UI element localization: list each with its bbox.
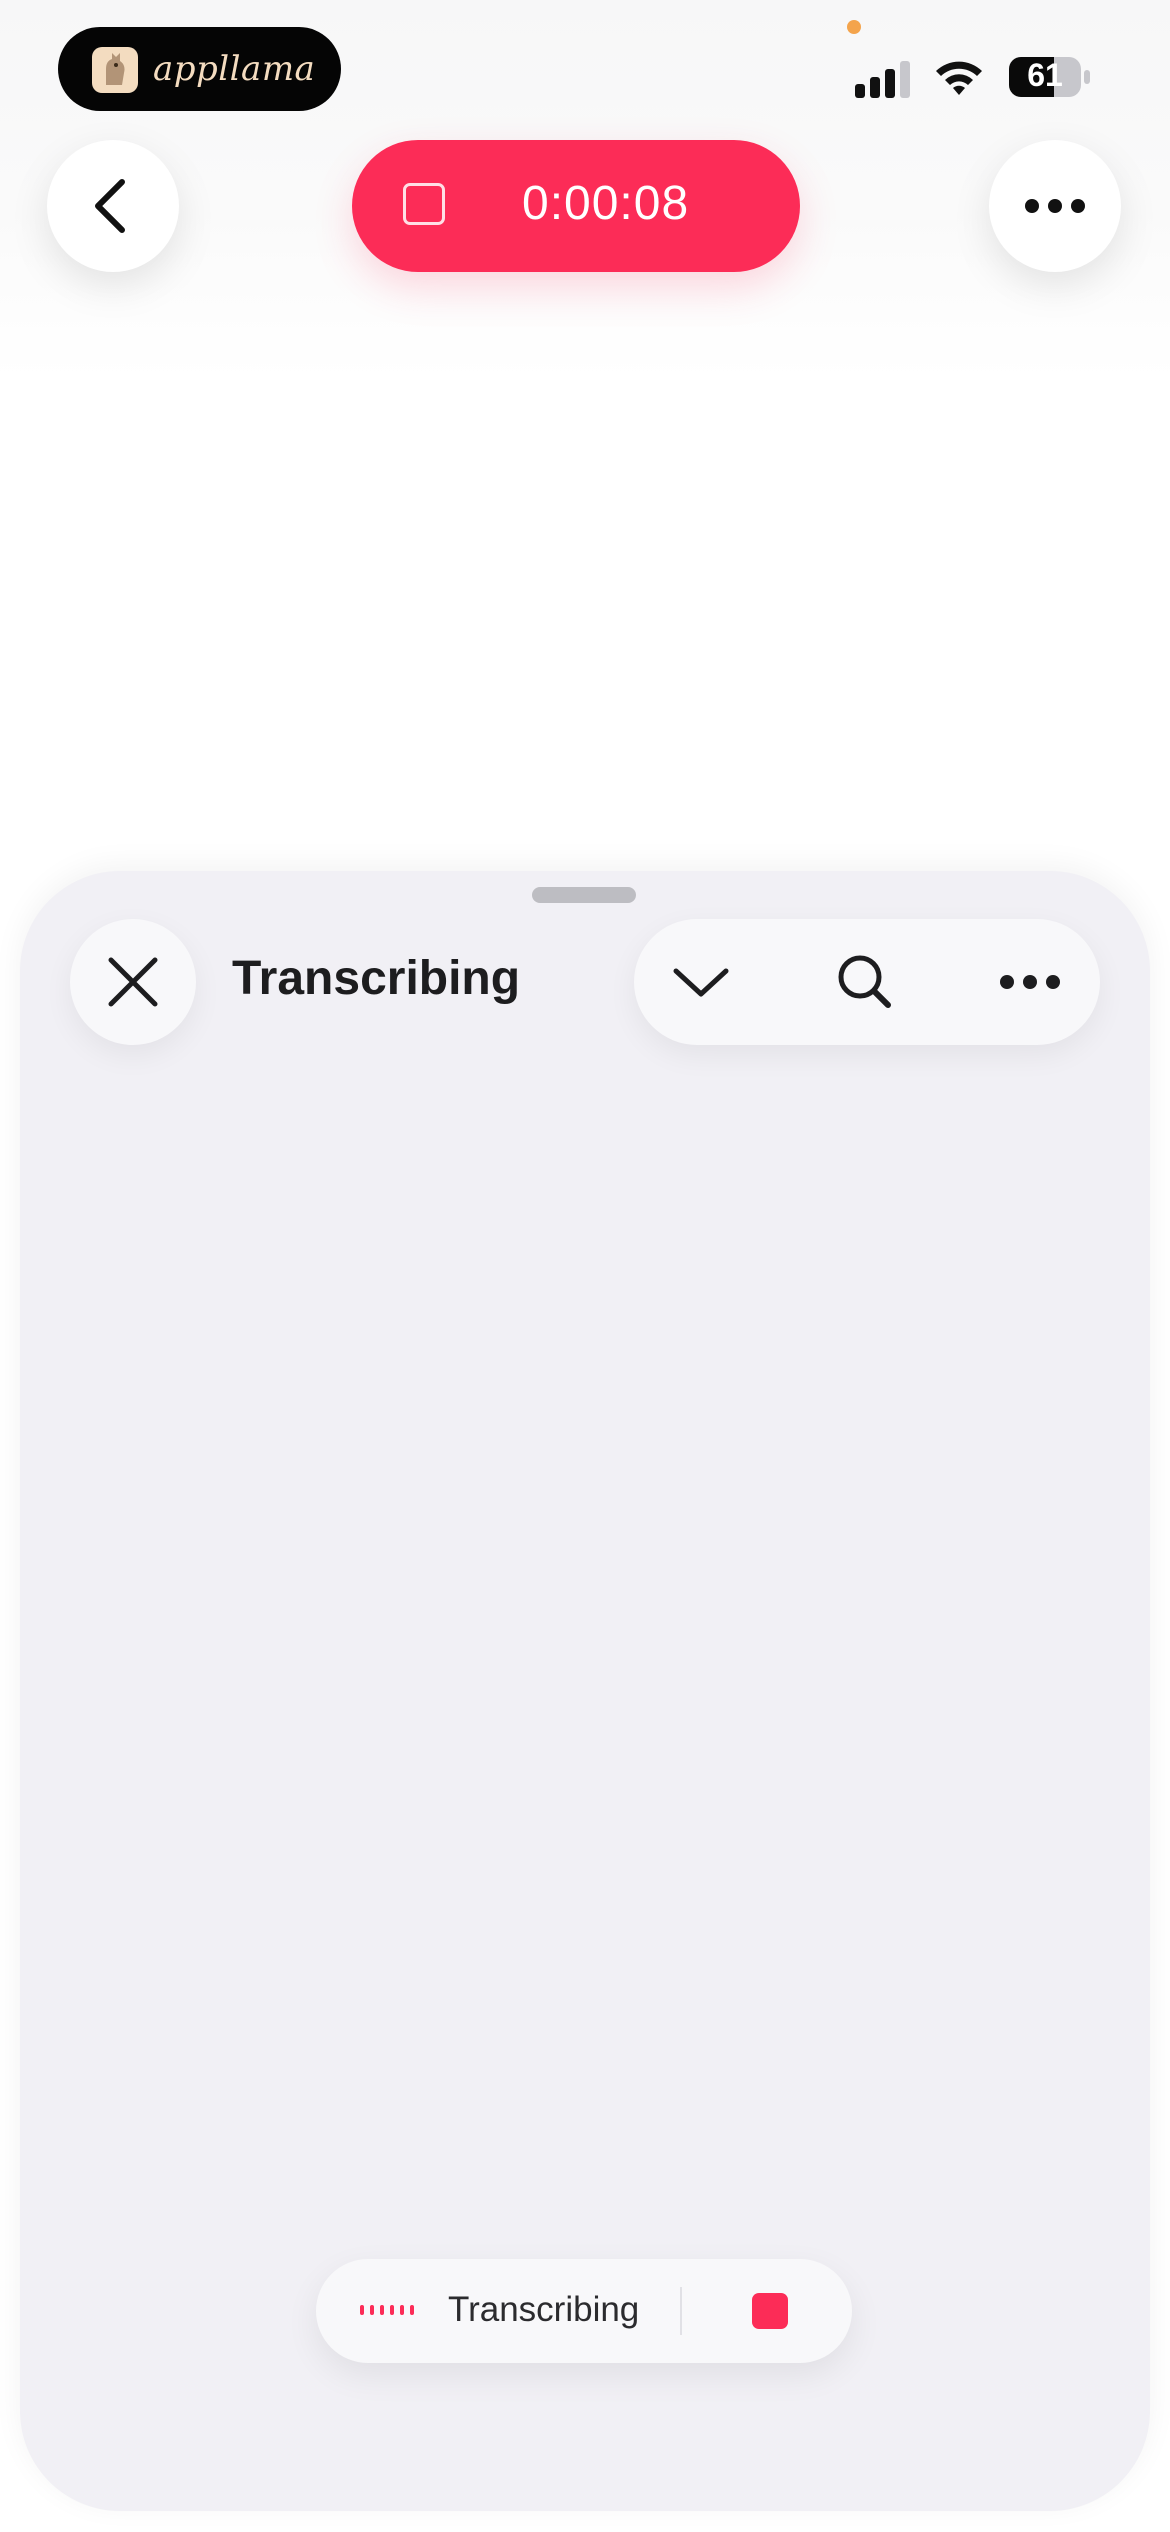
- stop-recording-icon: [403, 183, 445, 225]
- waveform-icon: [360, 2305, 414, 2315]
- transcription-status-pill[interactable]: Transcribing: [316, 2259, 852, 2363]
- sheet-grabber[interactable]: [532, 887, 636, 903]
- app-name: appllama: [153, 49, 316, 89]
- chevron-left-icon: [95, 179, 125, 233]
- privacy-indicator-dot: [847, 20, 861, 34]
- battery-level: 61: [1027, 57, 1063, 93]
- sheet-toolbar: [634, 919, 1100, 1045]
- app-label-pill[interactable]: appllama: [58, 27, 341, 111]
- ellipsis-icon: [1025, 199, 1085, 213]
- sheet-more-button[interactable]: [974, 919, 1084, 1045]
- pill-divider: [680, 2287, 682, 2335]
- stop-transcription-icon[interactable]: [752, 2293, 788, 2329]
- status-label: Transcribing: [448, 2290, 640, 2329]
- more-options-button[interactable]: [989, 140, 1121, 272]
- llama-logo-icon: [92, 47, 138, 93]
- collapse-button[interactable]: [646, 919, 756, 1045]
- chevron-down-icon: [673, 968, 729, 997]
- wifi-icon: [936, 61, 982, 95]
- close-icon: [108, 957, 158, 1007]
- recording-timer-button[interactable]: 0:00:08: [352, 140, 800, 272]
- transcription-sheet: Transcribing Transcribing: [20, 871, 1150, 2511]
- sheet-title: Transcribing: [232, 952, 521, 1005]
- cellular-signal-icon: [855, 58, 915, 98]
- ellipsis-icon: [1000, 975, 1060, 989]
- search-button[interactable]: [810, 919, 920, 1045]
- back-button[interactable]: [47, 140, 179, 272]
- recording-time: 0:00:08: [522, 177, 690, 230]
- close-sheet-button[interactable]: [70, 919, 196, 1045]
- search-icon: [838, 955, 891, 1008]
